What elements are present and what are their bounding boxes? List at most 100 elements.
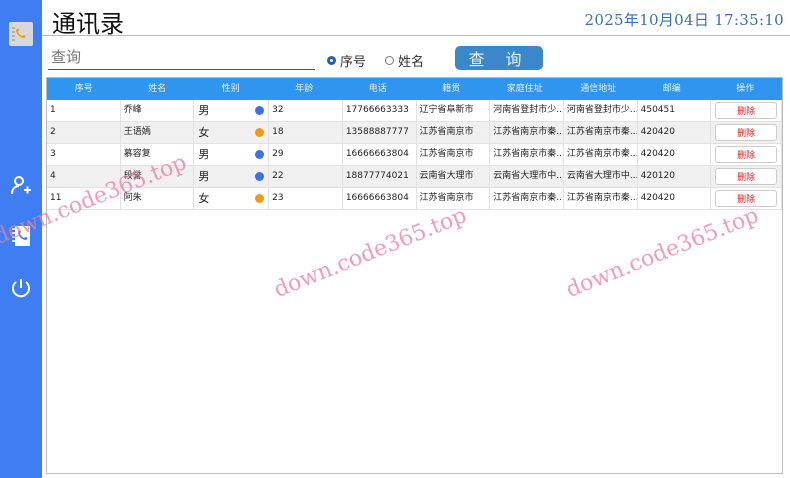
cell-gender: 男 xyxy=(194,100,270,121)
cell-id: 1 xyxy=(47,100,121,121)
cell-text: 段誉 xyxy=(123,171,142,181)
cell-origin: 江苏省南京市 xyxy=(417,188,491,209)
gender-dot-icon xyxy=(255,194,265,203)
cell-mail: 云南省大理市中... xyxy=(564,166,638,187)
delete-button[interactable]: 删除 xyxy=(715,146,778,163)
cell-text: 16666663804 xyxy=(345,193,409,203)
column-header[interactable]: 家庭住址 xyxy=(488,78,562,100)
add-user-icon[interactable] xyxy=(9,173,33,197)
table-row[interactable]: 4 段誉 男 22 18877774021 云南省大理市 云南省大理市中... 云南省大理市中… xyxy=(47,166,783,188)
cell-phone: 17766663333 xyxy=(343,100,417,121)
cell-zip: 420420 xyxy=(638,122,712,143)
cell-name: 王语嫣 xyxy=(121,122,195,143)
cell-age: 18 xyxy=(269,122,343,143)
delete-button[interactable]: 删除 xyxy=(715,102,778,119)
cell-phone: 16666663804 xyxy=(343,188,417,209)
cell-text: 江苏省南京市 xyxy=(419,127,474,137)
column-header[interactable]: 性别 xyxy=(194,78,268,100)
cell-text: 男 xyxy=(198,170,210,183)
column-header[interactable]: 邮编 xyxy=(635,78,709,100)
cell-home: 江苏省南京市秦... xyxy=(490,122,564,143)
column-header[interactable]: 序号 xyxy=(47,78,121,100)
radio-checked-icon xyxy=(327,56,336,65)
cell-name: 慕容复 xyxy=(121,144,195,165)
cell-text: 450451 xyxy=(640,105,675,115)
cell-name: 乔峰 xyxy=(121,100,195,121)
cell-text: 420420 xyxy=(640,149,675,159)
cell-gender: 男 xyxy=(194,166,270,187)
column-header[interactable]: 姓名 xyxy=(121,78,195,100)
cell-text: 江苏省南京市秦... xyxy=(493,127,564,137)
cell-mail: 江苏省南京市秦... xyxy=(564,122,638,143)
cell-zip: 420420 xyxy=(638,144,712,165)
cell-text: 乔峰 xyxy=(123,105,142,115)
cell-text: 420420 xyxy=(640,127,675,137)
cell-action: 删除 xyxy=(711,166,783,187)
cell-text: 29 xyxy=(272,149,284,159)
cell-gender: 女 xyxy=(194,122,270,143)
cell-text: 云南省大理市 xyxy=(419,171,474,181)
cell-phone: 16666663804 xyxy=(343,144,417,165)
cell-age: 22 xyxy=(269,166,343,187)
cell-text: 江苏省南京市 xyxy=(419,193,474,203)
cell-text: 32 xyxy=(272,105,284,115)
cell-origin: 江苏省南京市 xyxy=(417,122,491,143)
radio-id[interactable]: 序号 xyxy=(327,51,366,70)
gender-dot-icon xyxy=(255,172,265,181)
column-header[interactable]: 电话 xyxy=(341,78,415,100)
cell-origin: 辽宁省阜新市 xyxy=(417,100,491,121)
cell-text: 辽宁省阜新市 xyxy=(419,105,474,115)
cell-action: 删除 xyxy=(711,144,783,165)
power-icon[interactable] xyxy=(9,276,33,300)
cell-text: 云南省大理市中... xyxy=(493,171,564,181)
cell-phone: 13588887777 xyxy=(343,122,417,143)
cell-text: 3 xyxy=(50,149,56,159)
table-row[interactable]: 3 慕容复 男 29 16666663804 江苏省南京市 江苏省南京市秦... 江苏省南京市… xyxy=(47,144,783,166)
table-row[interactable]: 1 乔峰 男 32 17766663333 辽宁省阜新市 河南省登封市少... 河南省登封市少… xyxy=(47,100,783,122)
delete-button[interactable]: 删除 xyxy=(715,168,778,185)
cell-zip: 420420 xyxy=(638,188,712,209)
cell-origin: 云南省大理市 xyxy=(417,166,491,187)
cell-mail: 江苏省南京市秦... xyxy=(564,188,638,209)
cell-text: 慕容复 xyxy=(123,149,151,159)
cell-age: 29 xyxy=(269,144,343,165)
cell-text: 420420 xyxy=(640,193,675,203)
contacts-table: 序号 姓名 性别 年龄 电话 籍贯 家庭住址 通信地址 邮编 操作 1 乔峰男 32 177666633… xyxy=(46,77,783,474)
cell-text: 江苏省南京市 xyxy=(419,149,474,159)
cell-text: 23 xyxy=(272,193,284,203)
query-button[interactable]: 查 询 xyxy=(455,46,543,70)
radio-name[interactable]: 姓名 xyxy=(385,51,424,70)
search-input[interactable] xyxy=(48,45,315,70)
cell-text: 1 xyxy=(50,105,56,115)
delete-button[interactable]: 删除 xyxy=(715,124,778,141)
column-header[interactable]: 操作 xyxy=(709,78,783,100)
cell-home: 江苏省南京市秦... xyxy=(490,188,564,209)
column-header[interactable]: 籍贯 xyxy=(415,78,489,100)
column-header[interactable]: 年龄 xyxy=(268,78,342,100)
gender-dot-icon xyxy=(255,106,265,115)
column-header[interactable]: 通信地址 xyxy=(562,78,636,100)
cell-text: 阿朱 xyxy=(123,193,142,203)
cell-action: 删除 xyxy=(711,122,783,143)
cell-text: 江苏省南京市秦... xyxy=(566,193,638,203)
cell-zip: 420120 xyxy=(638,166,712,187)
cell-mail: 江苏省南京市秦... xyxy=(564,144,638,165)
cell-text: 420120 xyxy=(640,171,675,181)
radio-label: 姓名 xyxy=(398,55,425,70)
table-row[interactable]: 11 阿朱 女 23 16666663804 江苏省南京市 江苏省南京市秦... 江苏省南京市… xyxy=(47,188,783,210)
cell-text: 江苏省南京市秦... xyxy=(566,149,638,159)
cell-text: 4 xyxy=(50,171,56,181)
table-row[interactable]: 2 王语嫣 女 18 13588887777 江苏省南京市 江苏省南京市秦... 江苏省南京市… xyxy=(47,122,783,144)
cell-home: 江苏省南京市秦... xyxy=(490,144,564,165)
cell-phone: 18877774021 xyxy=(343,166,417,187)
cell-text: 13588887777 xyxy=(345,127,409,137)
contacts-icon[interactable] xyxy=(9,224,33,248)
gender-dot-icon xyxy=(255,150,265,159)
cell-text: 男 xyxy=(198,104,210,117)
cell-home: 云南省大理市中... xyxy=(490,166,564,187)
delete-button[interactable]: 删除 xyxy=(715,190,778,207)
phonebook-icon[interactable] xyxy=(9,22,33,46)
cell-id: 2 xyxy=(47,122,121,143)
cell-action: 删除 xyxy=(711,100,783,121)
cell-text: 江苏省南京市秦... xyxy=(493,149,564,159)
